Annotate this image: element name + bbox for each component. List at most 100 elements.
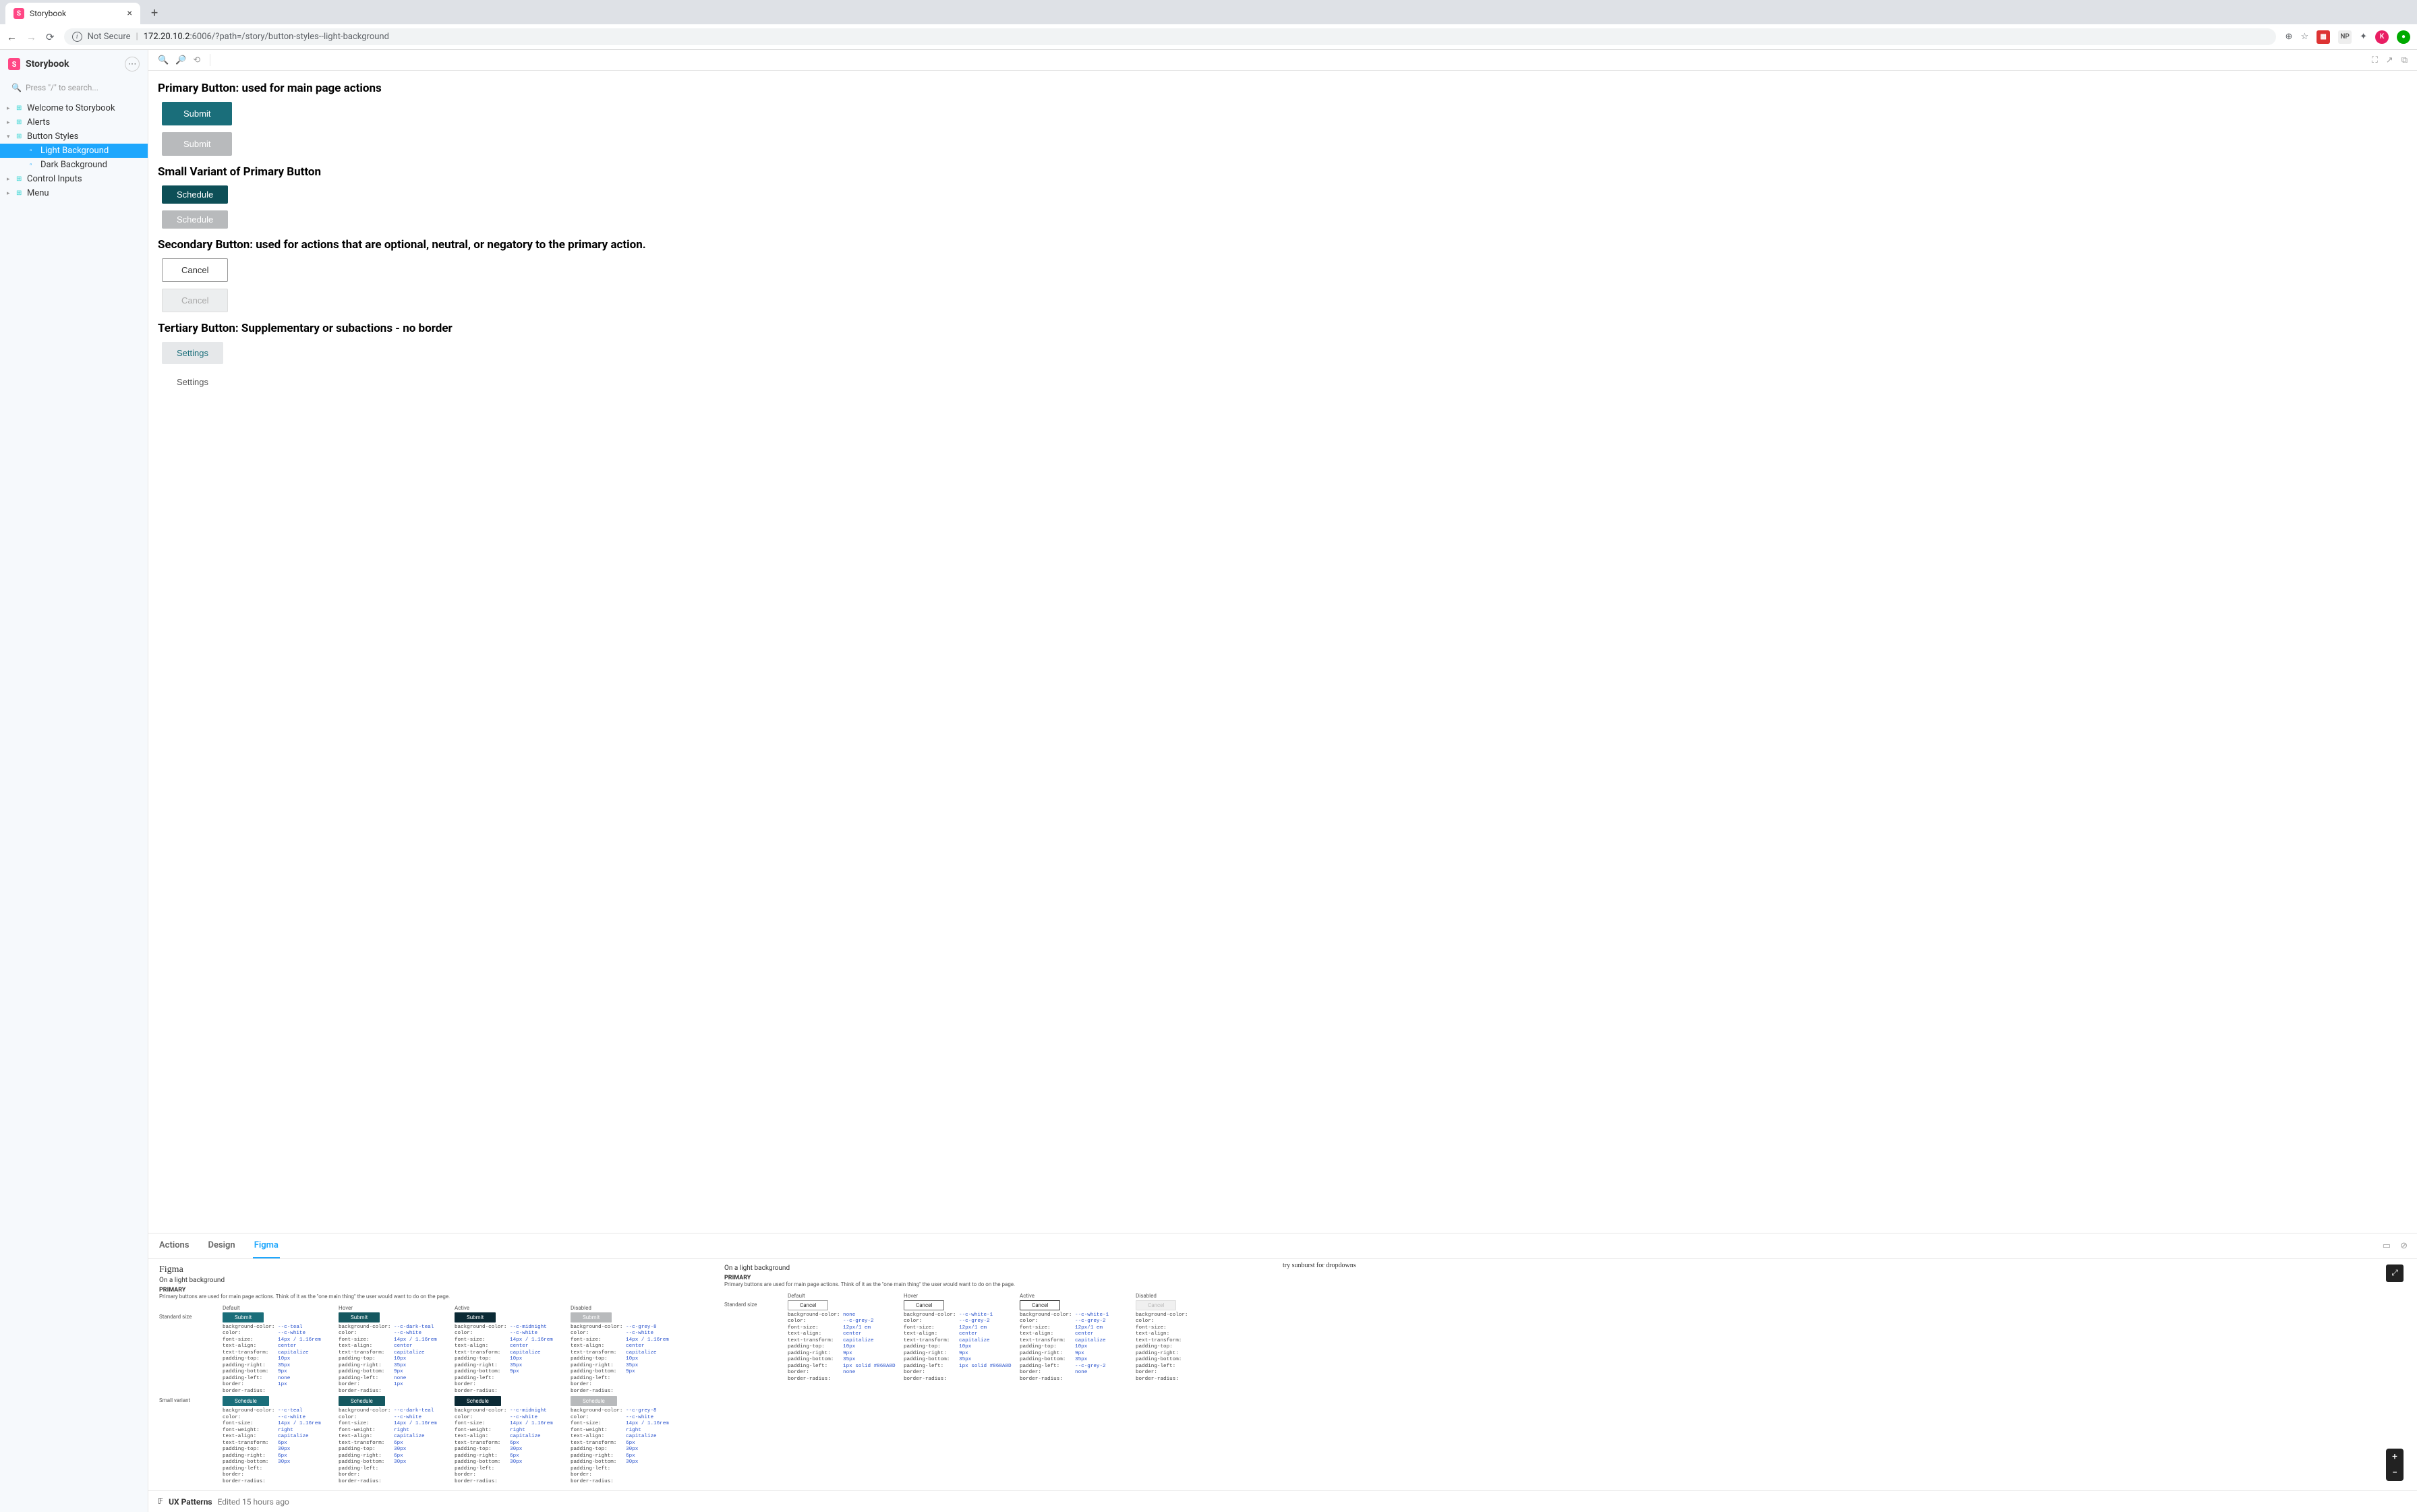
sidebar-header: S Storybook ⋯ (0, 50, 148, 78)
storybook-favicon: S (13, 8, 24, 19)
sidebar-item-label: Welcome to Storybook (27, 103, 115, 113)
grid-icon: ⊞ (16, 105, 24, 112)
figma-col-header: Hover (339, 1305, 452, 1311)
sidebar: S Storybook ⋯ 🔍 Press "/" to search... ▸… (0, 50, 148, 1512)
figma-col-header: Active (455, 1305, 568, 1311)
figma-spec-cell: Schedule background-color: --c-dark-teal… (339, 1396, 452, 1485)
sidebar-item[interactable]: ▾ ⊞ Button Styles (0, 129, 148, 144)
figma-css-spec: background-color: --c-dark-teal color: -… (339, 1325, 452, 1395)
nav-buttons: ← → ⟳ (7, 31, 55, 43)
figma-zoom-control: + − (2386, 1449, 2404, 1481)
security-label: Not Secure (88, 32, 131, 42)
preview-canvas: Primary Button: used for main page actio… (148, 71, 2417, 1233)
address-bar[interactable]: i Not Secure | 172.20.10.2:6006/?path=/s… (64, 28, 2276, 45)
figma-expand-button[interactable]: ⤢ (2386, 1264, 2404, 1282)
demo-button[interactable]: Submit (162, 102, 232, 125)
storybook-app: S Storybook ⋯ 🔍 Press "/" to search... ▸… (0, 50, 2417, 1512)
figma-sample-button: Schedule (455, 1396, 501, 1406)
open-external-icon[interactable]: ↗ (2386, 55, 2393, 65)
figma-zoom-in[interactable]: + (2386, 1449, 2404, 1465)
figma-zoom-out[interactable]: − (2386, 1465, 2404, 1481)
sidebar-item[interactable]: ▸ ⊞ Alerts (0, 115, 148, 129)
browser-tab[interactable]: S Storybook × (5, 3, 140, 24)
grid-icon: ⊞ (16, 133, 24, 140)
copy-link-icon[interactable]: ⧉ (2401, 55, 2408, 65)
grid-icon: ⊞ (16, 119, 24, 126)
extension-1[interactable]: ▦ (2317, 30, 2330, 44)
figma-col-header: Disabled (1136, 1293, 1249, 1299)
zoom-in-icon[interactable]: 🔍 (158, 55, 169, 65)
url-path: /?path=/story/button-styles--light-backg… (212, 32, 389, 42)
figma-sample-button: Cancel (904, 1300, 944, 1310)
sidebar-item[interactable]: ▫ Dark Background (0, 158, 148, 172)
sidebar-item-label: Control Inputs (27, 174, 82, 184)
chevron-icon: ▸ (7, 176, 13, 183)
reload-button[interactable]: ⟳ (46, 31, 55, 43)
figma-panel: ⤢ try sunburst for dropdowns FigmaOn a l… (148, 1259, 2417, 1490)
sidebar-item[interactable]: ▸ ⊞ Welcome to Storybook (0, 101, 148, 115)
sidebar-item-label: Alerts (27, 117, 50, 127)
figma-sample-button: Schedule (223, 1396, 269, 1406)
info-icon[interactable]: i (72, 32, 82, 42)
url-host: 172.20.10.2 (144, 32, 190, 42)
figma-spec-cell: Submit background-color: --c-grey-8 colo… (571, 1312, 684, 1395)
figma-col-header: Default (788, 1293, 901, 1299)
figma-row-label: Small variant (159, 1396, 220, 1403)
addon-tab[interactable]: Figma (253, 1233, 280, 1258)
figma-note: try sunburst for dropdowns (1283, 1262, 1356, 1269)
search-icon: 🔍 (11, 83, 22, 92)
figma-sample-button: Submit (571, 1312, 612, 1322)
figma-sample-button: Submit (455, 1312, 496, 1322)
demo-button[interactable]: Schedule (162, 210, 228, 229)
demo-button[interactable]: Cancel (162, 289, 228, 312)
demo-button[interactable]: Submit (162, 132, 232, 156)
sidebar-item[interactable]: ▸ ⊞ Menu (0, 186, 148, 200)
extensions-icon[interactable]: ✦ (2360, 32, 2367, 42)
chevron-icon: ▸ (7, 119, 13, 126)
figma-css-spec: background-color: --c-midnight color: --… (455, 1408, 568, 1485)
figma-col-header: Default (223, 1305, 336, 1311)
demo-button[interactable]: Schedule (162, 185, 228, 204)
demo-button[interactable]: Cancel (162, 258, 228, 282)
sidebar-menu-button[interactable]: ⋯ (125, 57, 140, 71)
sidebar-item[interactable]: ▫ Light Background (0, 144, 148, 158)
panel-close-icon[interactable]: ⊘ (2400, 1241, 2408, 1251)
forward-button[interactable]: → (26, 31, 36, 43)
figma-file-name: UX Patterns (169, 1497, 212, 1507)
bookmark-icon[interactable]: ☆ (2300, 32, 2308, 42)
tab-strip: S Storybook × + (0, 0, 2417, 24)
figma-spec-cell: Cancel background-color: none color: --c… (788, 1300, 901, 1383)
figma-css-spec: background-color: --c-teal color: --c-wh… (223, 1325, 336, 1395)
demo-button[interactable]: Settings (162, 371, 223, 393)
fullscreen-icon[interactable]: ⛶ (2372, 55, 2378, 65)
sidebar-item[interactable]: ▸ ⊞ Control Inputs (0, 172, 148, 186)
section-heading: Secondary Button: used for actions that … (158, 238, 2408, 252)
back-button[interactable]: ← (7, 31, 17, 43)
figma-css-spec: background-color: color: font-size: text… (1136, 1312, 1249, 1383)
figma-css-spec: background-color: --c-white-1 color: --c… (904, 1312, 1017, 1383)
extension-np[interactable]: NP (2338, 30, 2352, 44)
panel-orientation-icon[interactable]: ▭ (2383, 1241, 2391, 1251)
demo-button[interactable]: Settings (162, 342, 223, 364)
chevron-icon: ▸ (7, 190, 13, 197)
extension-green[interactable]: ● (2397, 30, 2410, 44)
search-input[interactable]: 🔍 Press "/" to search... (5, 80, 142, 96)
grid-icon: ⊞ (16, 175, 24, 183)
close-icon[interactable]: × (127, 8, 132, 19)
grid-icon: ⊞ (16, 190, 24, 197)
canvas-toolbar: 🔍 🔎 ⟲ ⛶ ↗ ⧉ (148, 50, 2417, 71)
zoom-icon[interactable]: ⊕ (2285, 32, 2293, 42)
zoom-out-icon[interactable]: 🔎 (175, 55, 186, 65)
figma-sample-button: Cancel (1020, 1300, 1060, 1310)
profile-avatar[interactable]: K (2375, 30, 2389, 44)
section-heading: Small Variant of Primary Button (158, 165, 2408, 179)
sidebar-item-label: Menu (27, 188, 49, 198)
section-heading: Tertiary Button: Supplementary or subact… (158, 322, 2408, 335)
addon-tab[interactable]: Actions (158, 1233, 191, 1258)
addon-tab[interactable]: Design (207, 1233, 237, 1258)
new-tab-button[interactable]: + (146, 2, 163, 24)
figma-sample-button: Submit (339, 1312, 380, 1322)
figma-spec-cell: Schedule background-color: --c-teal colo… (223, 1396, 336, 1485)
zoom-reset-icon[interactable]: ⟲ (193, 55, 200, 65)
section-heading: Primary Button: used for main page actio… (158, 82, 2408, 95)
